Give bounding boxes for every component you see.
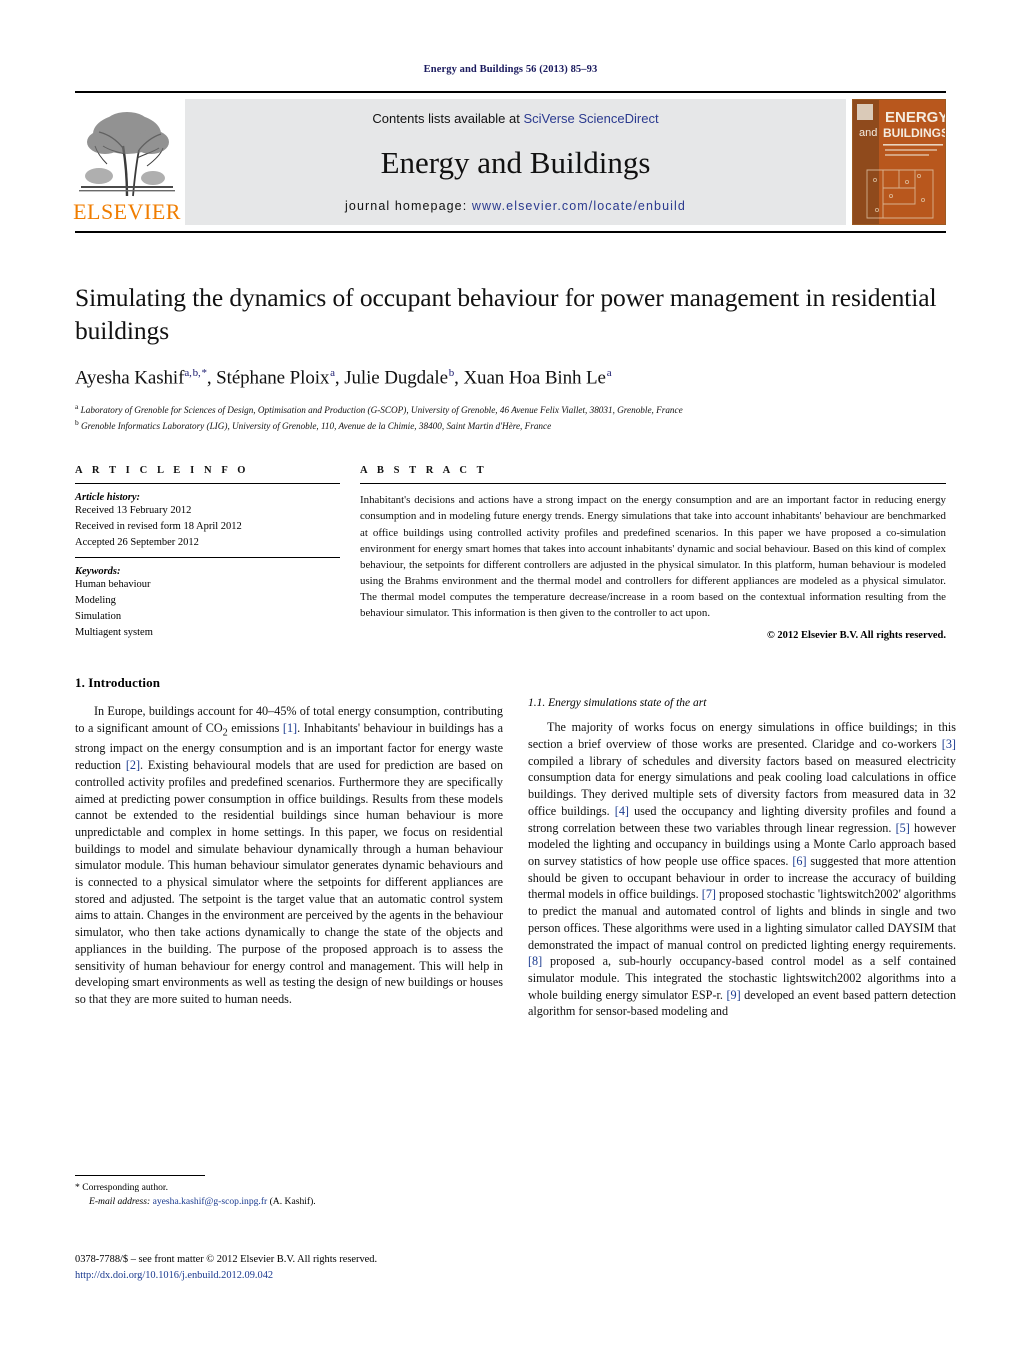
corresponding-author-note: * Corresponding author.	[75, 1182, 168, 1193]
journal-homepage-line: journal homepage: www.elsevier.com/locat…	[345, 199, 686, 213]
title-block: Simulating the dynamics of occupant beha…	[75, 281, 946, 433]
issn-line: 0378-7788/$ – see front matter © 2012 El…	[75, 1254, 378, 1265]
body-column-left: 1. Introduction In Europe, buildings acc…	[75, 675, 503, 1020]
article-info-column: A R T I C L E I N F O Article history: R…	[75, 465, 340, 641]
divider	[360, 483, 946, 485]
article-history-accepted: Accepted 26 September 2012	[75, 536, 199, 548]
keyword-item: Simulation	[75, 610, 122, 622]
author-email-link[interactable]: ayesha.kashif@g-scop.inpg.fr	[153, 1196, 268, 1207]
affiliation-item: b Grenoble Informatics Laboratory (LIG),…	[75, 417, 946, 433]
running-head: Energy and Buildings 56 (2013) 85–93	[423, 64, 598, 75]
article-history-label: Article history:	[75, 492, 141, 504]
elsevier-tree-icon	[77, 102, 177, 200]
section-heading-energy-simulations: 1.1. Energy simulations state of the art	[528, 697, 707, 710]
svg-text:ENERGY: ENERGY	[885, 109, 946, 126]
keyword-item: Multiagent system	[75, 626, 153, 638]
affiliation-marker: a	[75, 401, 79, 411]
footnote-divider	[75, 1175, 205, 1176]
journal-homepage-link[interactable]: www.elsevier.com/locate/enbuild	[472, 199, 686, 213]
footer-block: 0378-7788/$ – see front matter © 2012 El…	[75, 1252, 635, 1283]
doi-link[interactable]: http://dx.doi.org/10.1016/j.enbuild.2012…	[75, 1268, 635, 1284]
paper-page: Energy and Buildings 56 (2013) 85–93 ELS…	[0, 0, 1021, 1351]
divider	[75, 557, 340, 559]
affiliation-list: a Laboratory of Grenoble for Sciences of…	[75, 401, 946, 434]
journal-cover-thumbnail: ENERGY and BUILDINGS	[852, 99, 946, 225]
abstract-column: A B S T R A C T Inhabitant's decisions a…	[360, 465, 946, 641]
affiliation-text: Grenoble Informatics Laboratory (LIG), U…	[81, 420, 552, 431]
journal-band: Contents lists available at SciVerse Sci…	[185, 99, 846, 225]
footnote-block: * Corresponding author. E-mail address: …	[75, 1175, 503, 1210]
elsevier-wordmark: ELSEVIER	[73, 199, 181, 224]
affiliation-item: a Laboratory of Grenoble for Sciences of…	[75, 401, 946, 417]
abstract-heading: A B S T R A C T	[360, 465, 488, 477]
author-list: Ayesha Kashifa, b, *, Stéphane Ploix a, …	[75, 367, 612, 389]
email-label: E-mail address:	[89, 1196, 151, 1208]
page-title: Simulating the dynamics of occupant beha…	[75, 283, 937, 346]
state-of-the-art-paragraph: The majority of works focus on energy si…	[528, 720, 956, 1019]
article-history-received: Received 13 February 2012	[75, 505, 192, 517]
affiliation-text: Laboratory of Grenoble for Sciences of D…	[80, 404, 683, 415]
section-heading-introduction: 1. Introduction	[75, 675, 161, 691]
abstract-text: Inhabitant's decisions and actions have …	[360, 494, 946, 620]
keyword-item: Modeling	[75, 595, 116, 607]
email-suffix: (A. Kashif).	[267, 1196, 316, 1208]
info-abstract-row: A R T I C L E I N F O Article history: R…	[75, 465, 946, 641]
keywords-label: Keywords:	[75, 566, 121, 578]
svg-text:and: and	[859, 127, 877, 139]
svg-text:BUILDINGS: BUILDINGS	[883, 126, 946, 140]
journal-masthead: ELSEVIER Contents lists available at Sci…	[73, 91, 946, 233]
body-columns: 1. Introduction In Europe, buildings acc…	[75, 675, 956, 1020]
body-column-right: 1.1. Energy simulations state of the art…	[528, 675, 956, 1020]
journal-title: Energy and Buildings	[380, 145, 651, 180]
elsevier-logo: ELSEVIER	[73, 99, 181, 225]
contents-available-line: Contents lists available at SciVerse Sci…	[372, 111, 658, 126]
affiliation-marker: b	[75, 417, 79, 427]
divider	[75, 483, 340, 485]
article-history-revised: Received in revised form 18 April 2012	[75, 520, 242, 532]
abstract-copyright: © 2012 Elsevier B.V. All rights reserved…	[766, 630, 946, 642]
email-note: E-mail address: ayesha.kashif@g-scop.inp…	[75, 1195, 503, 1209]
keyword-item: Human behaviour	[75, 579, 151, 591]
homepage-prefix: journal homepage:	[345, 199, 472, 213]
article-info-heading: A R T I C L E I N F O	[75, 465, 250, 477]
intro-paragraph: In Europe, buildings account for 40–45% …	[75, 704, 503, 1006]
sciencedirect-link[interactable]: SciVerse ScienceDirect	[523, 111, 658, 126]
contents-prefix: Contents lists available at	[372, 111, 524, 126]
